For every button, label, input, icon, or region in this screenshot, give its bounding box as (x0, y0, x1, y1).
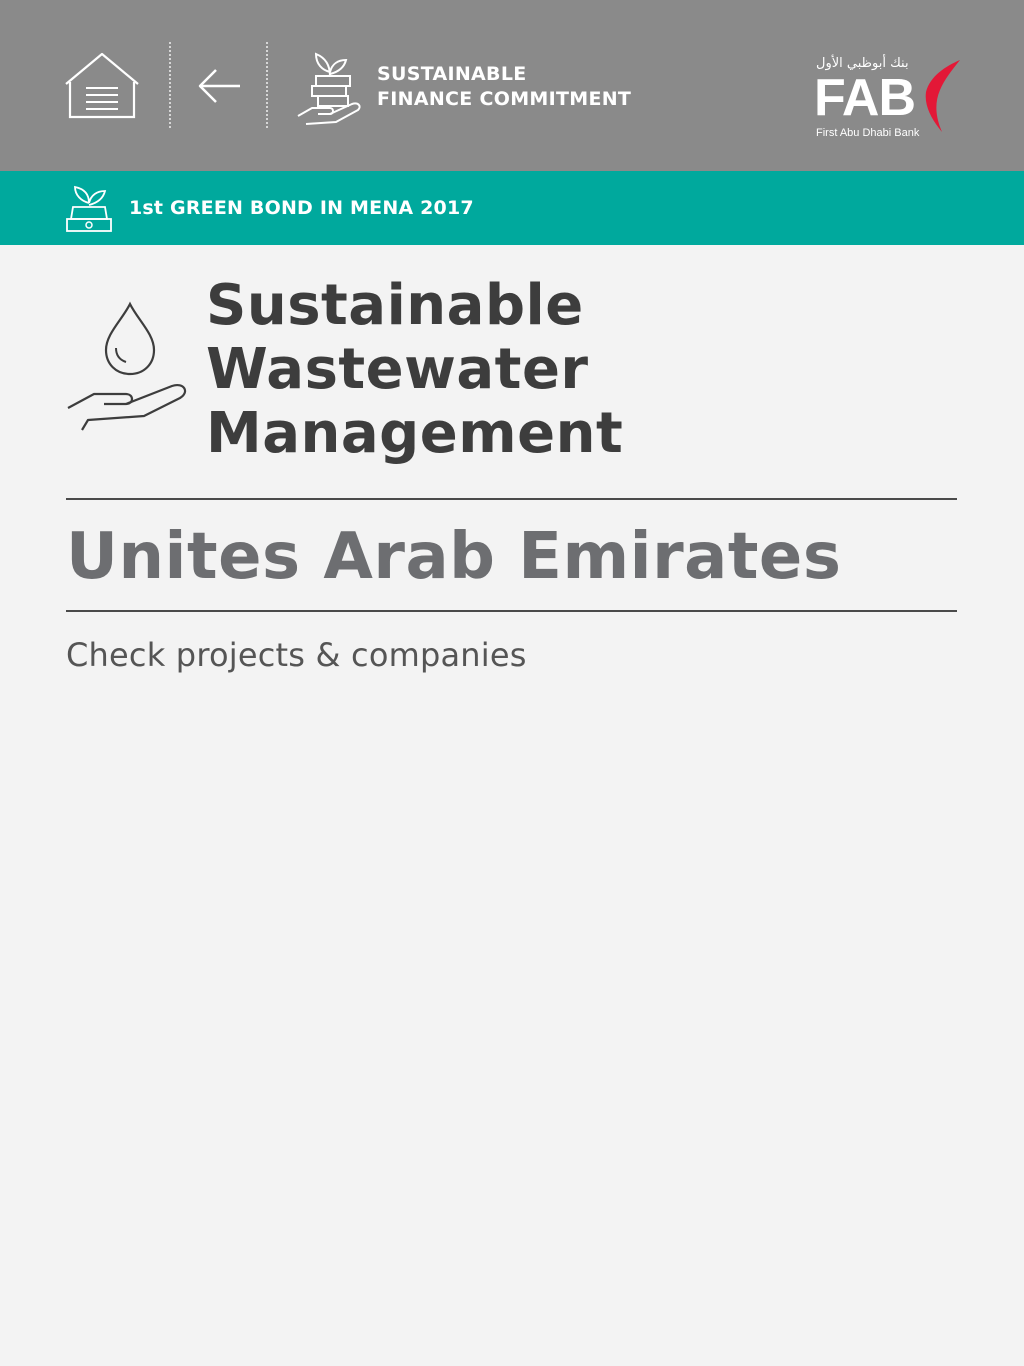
section-title-line: SUSTAINABLE (377, 63, 527, 85)
logo-subtitle: First Abu Dhabi Bank (816, 127, 920, 139)
logo-swoosh-icon (925, 60, 960, 132)
header-divider (266, 42, 268, 128)
header-divider (169, 42, 171, 128)
banner-text: 1st GREEN BOND IN MENA 2017 (129, 197, 474, 219)
check-projects-link[interactable]: Check projects & companies (66, 636, 527, 674)
section-title-line: FINANCE COMMITMENT (377, 88, 632, 110)
hand-plant-money-icon (296, 46, 366, 126)
top-bar: SUSTAINABLE FINANCE COMMITMENT بنك أبوظب… (0, 0, 1024, 171)
country-heading: Unites Arab Emirates (66, 520, 842, 594)
home-button[interactable] (62, 50, 142, 122)
fab-logo[interactable]: بنك أبوظبي الأول FAB First Abu Dhabi Ban… (812, 56, 962, 146)
back-button[interactable] (196, 64, 244, 108)
divider (66, 610, 957, 612)
page-title-line: Wastewater (206, 337, 589, 402)
logo-text: FAB (814, 69, 916, 127)
arrow-left-icon (198, 69, 240, 103)
page-title-line: Sustainable (206, 273, 584, 338)
page-title: Sustainable Wastewater Management (206, 274, 623, 466)
page-title-line: Management (206, 401, 624, 466)
water-drop-hand-icon (64, 300, 190, 436)
section-title: SUSTAINABLE FINANCE COMMITMENT (377, 62, 631, 112)
green-bond-banner: 1st GREEN BOND IN MENA 2017 (0, 171, 1024, 245)
divider (66, 498, 957, 500)
plant-money-icon (63, 185, 115, 233)
home-icon (65, 52, 139, 119)
